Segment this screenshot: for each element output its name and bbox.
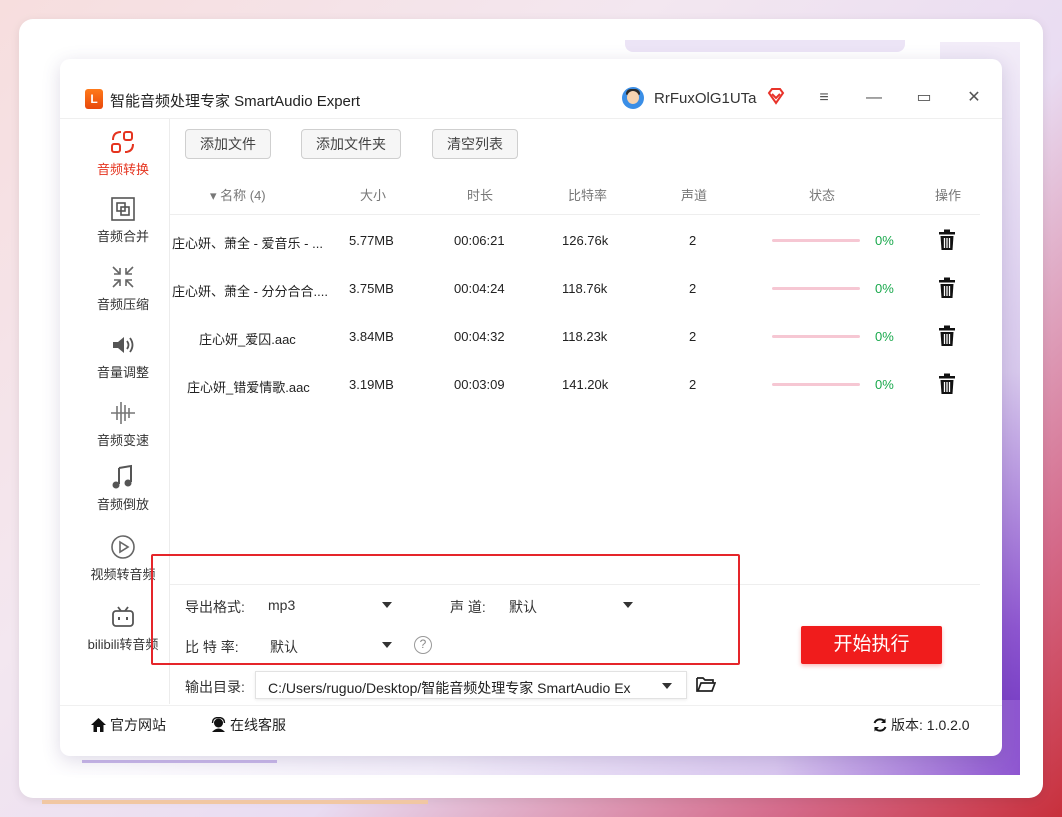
sidebar-item-speed[interactable]: 音频变速 [78, 398, 168, 449]
column-header-channel[interactable]: 声道 [681, 185, 707, 204]
table-header: ▾ 名称 (4) 大小 时长 比特率 声道 状态 操作 [170, 171, 980, 215]
sidebar-item-label: 音频合并 [96, 229, 149, 244]
convert-icon [111, 131, 134, 153]
file-name: 庄心妍_爱囚.aac [199, 332, 296, 347]
trash-icon[interactable] [938, 277, 956, 299]
column-header-size[interactable]: 大小 [360, 185, 386, 204]
folder-open-icon[interactable] [696, 675, 716, 693]
column-header-status: 状态 [809, 188, 836, 203]
bilibili-icon [112, 606, 134, 627]
app-title: 智能音频处理专家 SmartAudio Expert [110, 93, 361, 110]
sidebar-item-label: 音频转换 [96, 162, 149, 177]
speed-icon [111, 402, 135, 424]
trash-icon[interactable] [938, 373, 956, 395]
file-channel: 2 [689, 377, 697, 392]
column-header-duration[interactable]: 时长 [467, 185, 493, 204]
file-size: 5.77MB [349, 233, 394, 248]
username[interactable]: RrFuxOlG1UTa [654, 90, 757, 107]
file-duration: 00:03:09 [454, 377, 505, 392]
start-button[interactable]: 开始执行 [801, 626, 942, 664]
website-label: 官方网站 [110, 717, 166, 733]
headset-icon [211, 717, 226, 732]
file-channel: 2 [689, 329, 697, 344]
table-row[interactable]: 庄心妍、萧全 - 爱音乐 - ... 5.77MB 00:06:21 126.7… [170, 217, 980, 265]
version-info[interactable]: 版本: 1.0.2.0 [872, 715, 970, 735]
sidebar-item-label: 音频倒放 [96, 497, 149, 512]
file-duration: 00:04:32 [454, 329, 505, 344]
version-label: 版本: 1.0.2.0 [891, 717, 970, 733]
file-duration: 00:04:24 [454, 281, 505, 296]
titlebar: L 智能音频处理专家 SmartAudio Expert RrFuxOlG1UT… [60, 59, 1002, 119]
file-size: 3.84MB [349, 329, 394, 344]
titlebar-divider [60, 118, 1002, 119]
add-file-button[interactable]: 添加文件 [185, 129, 271, 159]
column-header-name[interactable]: ▾ 名称 (4) [210, 185, 266, 204]
trash-icon[interactable] [938, 325, 956, 347]
chevron-down-icon [662, 683, 672, 689]
app-logo-icon: L [85, 89, 103, 109]
highlight-box [151, 554, 740, 665]
add-folder-button[interactable]: 添加文件夹 [301, 129, 401, 159]
decorative-line [82, 760, 277, 763]
file-name: 庄心妍、萧全 - 爱音乐 - ... [172, 236, 323, 251]
compress-icon [112, 266, 134, 288]
file-bitrate: 141.20k [562, 377, 609, 392]
support-label: 在线客服 [230, 717, 286, 733]
sidebar-item-audio-merge[interactable]: 音频合并 [78, 194, 168, 245]
sidebar-item-label: 音频压缩 [96, 297, 149, 312]
progress-bar [772, 335, 860, 338]
sidebar-item-audio-convert[interactable]: 音频转换 [78, 127, 168, 178]
column-header-bitrate[interactable]: 比特率 [568, 185, 607, 204]
website-link[interactable]: 官方网站 [90, 715, 166, 735]
footer-divider [60, 705, 1002, 706]
vip-diamond-icon[interactable] [766, 86, 786, 106]
file-bitrate: 118.23k [562, 329, 608, 344]
table-row[interactable]: 庄心妍_爱囚.aac 3.84MB 00:04:32 118.23k 2 0% [170, 313, 980, 361]
sidebar-item-reverse[interactable]: 音频倒放 [78, 462, 168, 513]
progress-percent: 0% [875, 281, 894, 296]
sidebar-item-audio-compress[interactable]: 音频压缩 [78, 262, 168, 313]
merge-icon [111, 197, 135, 221]
close-button[interactable]: ✕ [962, 86, 986, 110]
menu-icon[interactable]: ≡ [812, 86, 836, 110]
table-row[interactable]: 庄心妍_错爱情歌.aac 3.19MB 00:03:09 141.20k 2 0… [170, 361, 980, 409]
file-duration: 00:06:21 [454, 233, 505, 248]
progress-bar [772, 287, 860, 290]
trash-icon[interactable] [938, 229, 956, 251]
outdir-label: 输出目录: [185, 679, 245, 695]
volume-icon [113, 337, 134, 353]
reverse-music-icon [112, 464, 132, 489]
video-play-icon [111, 535, 135, 559]
app-window: L 智能音频处理专家 SmartAudio Expert RrFuxOlG1UT… [60, 59, 1002, 756]
outdir-select[interactable]: C:/Users/ruguo/Desktop/智能音频处理专家 SmartAud… [255, 671, 687, 699]
user-avatar[interactable] [622, 87, 644, 109]
decorative-bar [625, 40, 905, 52]
home-icon [91, 718, 106, 732]
file-size: 3.75MB [349, 281, 394, 296]
file-name: 庄心妍、萧全 - 分分合合.... [172, 284, 329, 299]
progress-percent: 0% [875, 233, 894, 248]
file-channel: 2 [689, 281, 697, 296]
file-bitrate: 118.76k [562, 281, 608, 296]
maximize-button[interactable]: ▭ [912, 86, 936, 110]
refresh-icon [873, 718, 887, 732]
decorative-line [42, 800, 428, 804]
sidebar-item-label: 音量调整 [96, 365, 149, 380]
column-header-action: 操作 [935, 188, 962, 203]
sidebar-item-label: 音频变速 [96, 433, 149, 448]
progress-bar [772, 239, 860, 242]
progress-bar [772, 383, 860, 386]
support-link[interactable]: 在线客服 [210, 715, 286, 735]
file-channel: 2 [689, 233, 697, 248]
progress-percent: 0% [875, 377, 894, 392]
minimize-button[interactable]: — [862, 86, 886, 110]
file-size: 3.19MB [349, 377, 394, 392]
file-bitrate: 126.76k [562, 233, 609, 248]
sidebar-item-volume[interactable]: 音量调整 [78, 330, 168, 381]
progress-percent: 0% [875, 329, 894, 344]
outdir-value: C:/Users/ruguo/Desktop/智能音频处理专家 SmartAud… [268, 680, 631, 696]
table-row[interactable]: 庄心妍、萧全 - 分分合合.... 3.75MB 00:04:24 118.76… [170, 265, 980, 313]
file-name: 庄心妍_错爱情歌.aac [187, 380, 310, 395]
clear-list-button[interactable]: 清空列表 [432, 129, 518, 159]
